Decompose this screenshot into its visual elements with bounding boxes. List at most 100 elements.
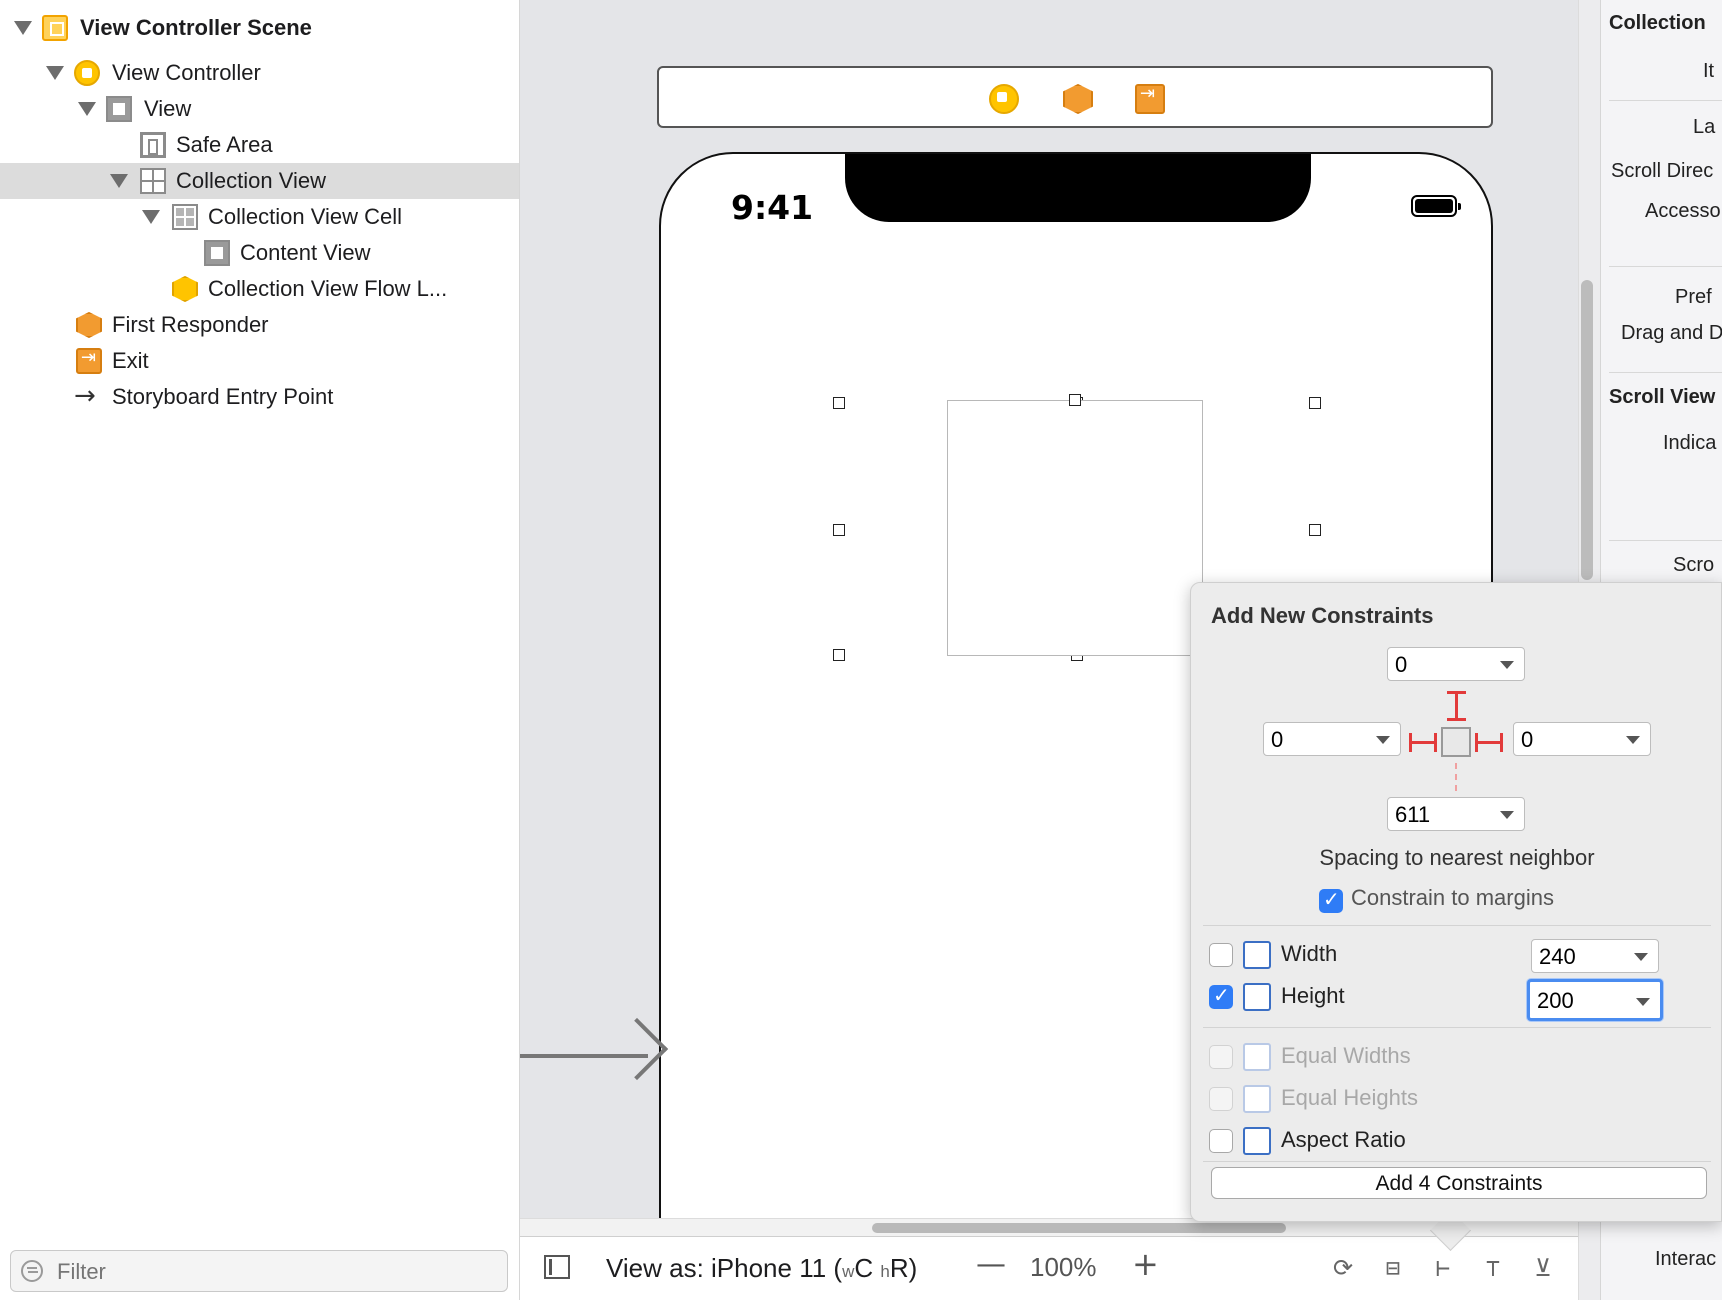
chevron-down-icon[interactable] — [1500, 661, 1514, 669]
top-spacing-value: 0 — [1395, 652, 1408, 677]
tree-item-collection-view[interactable]: Collection View — [0, 163, 519, 199]
chevron-down-icon[interactable] — [1626, 736, 1640, 744]
disclosure-triangle-icon[interactable] — [14, 21, 32, 35]
flow-layout-icon — [172, 276, 198, 302]
exit-icon[interactable] — [1135, 83, 1165, 114]
update-frames-icon[interactable]: ⟳ — [1328, 1253, 1358, 1283]
view-controller-icon[interactable] — [989, 84, 1019, 114]
embed-in-icon[interactable]: ⊻ — [1528, 1253, 1558, 1283]
tree-item-storyboard-entry-point[interactable]: → Storyboard Entry Point — [0, 379, 519, 415]
leading-spacing-value: 0 — [1271, 727, 1284, 752]
height-checkbox[interactable] — [1209, 983, 1233, 1009]
inspector-label-items: It — [1703, 60, 1715, 82]
battery-icon — [1411, 195, 1461, 217]
chevron-down-icon[interactable] — [1634, 953, 1648, 961]
trailing-pin-cap — [1500, 733, 1503, 752]
collection-view-icon — [140, 168, 166, 194]
disclosure-triangle-icon[interactable] — [78, 102, 96, 116]
bottom-spacing-value: 611 — [1395, 802, 1431, 827]
width-checkbox[interactable] — [1209, 943, 1233, 967]
align-icon[interactable]: ⊟ — [1378, 1253, 1408, 1283]
zoom-level[interactable]: 100% — [1030, 1252, 1097, 1283]
leading-pin-strut[interactable] — [1409, 741, 1437, 744]
view-as-device-button[interactable]: View as: iPhone 11 (wC hR) — [606, 1253, 917, 1284]
inspector-label-drag-and-drop: Drag and D — [1621, 322, 1722, 344]
inspector-section-collection: Collection — [1609, 12, 1706, 34]
size-class-r: R) — [889, 1253, 918, 1283]
constrain-to-margins-label: Constrain to margins — [1351, 885, 1554, 910]
resize-handle[interactable] — [833, 397, 845, 409]
first-responder-icon[interactable] — [1063, 84, 1093, 114]
filter-input[interactable] — [55, 1257, 499, 1287]
tree-item-label: Collection View — [176, 168, 327, 193]
height-constraint-icon — [1243, 983, 1271, 1011]
sidebar-toggle-icon[interactable] — [544, 1255, 570, 1279]
zoom-out-button[interactable]: — — [976, 1247, 1006, 1282]
collection-view-cell-preview[interactable] — [947, 400, 1203, 656]
inspector-label-indicators: Indica — [1663, 432, 1717, 454]
equal-widths-checkbox[interactable] — [1209, 1045, 1233, 1069]
popover-divider — [1203, 1161, 1711, 1162]
tree-item-collection-view-cell[interactable]: Collection View Cell — [0, 199, 519, 235]
trailing-pin-strut[interactable] — [1475, 741, 1503, 744]
constrain-to-margins-checkbox[interactable] — [1319, 887, 1343, 913]
zoom-in-button[interactable]: + — [1132, 1245, 1159, 1283]
disclosure-triangle-icon[interactable] — [46, 66, 64, 80]
top-pin-cap — [1447, 691, 1466, 694]
size-class-w: w — [842, 1262, 855, 1281]
resize-handle[interactable] — [1069, 394, 1081, 406]
resolve-issues-icon[interactable]: ⊤ — [1478, 1253, 1508, 1283]
inspector-scrollbar[interactable] — [1581, 280, 1593, 580]
add-new-constraints-popover: Add New Constraints 0 0 0 611 Spacing to… — [1190, 582, 1722, 1222]
popover-title: Add New Constraints — [1211, 603, 1434, 628]
width-constraint-icon — [1243, 941, 1271, 969]
resize-handle[interactable] — [833, 649, 845, 661]
equal-heights-checkbox[interactable] — [1209, 1087, 1233, 1111]
top-pin-strut[interactable] — [1455, 691, 1458, 721]
disclosure-triangle-icon[interactable] — [142, 210, 160, 224]
collection-view-cell-icon — [172, 204, 198, 230]
chevron-down-icon[interactable] — [1376, 736, 1390, 744]
tree-item-view-controller[interactable]: View Controller — [0, 55, 519, 91]
resize-handle[interactable] — [833, 524, 845, 536]
tree-item-first-responder[interactable]: First Responder — [0, 307, 519, 343]
inspector-divider — [1609, 540, 1722, 541]
top-spacing-combo[interactable]: 0 — [1387, 647, 1525, 681]
tree-item-view-controller-scene[interactable]: View Controller Scene — [0, 10, 519, 46]
tree-item-flow-layout[interactable]: Collection View Flow L... — [0, 271, 519, 307]
resize-handle[interactable] — [1309, 524, 1321, 536]
tree-item-label: Collection View Flow L... — [208, 276, 448, 301]
add-constraints-button[interactable]: Add 4 Constraints — [1211, 1167, 1707, 1199]
equal-heights-icon — [1243, 1085, 1271, 1113]
tree-item-exit[interactable]: Exit — [0, 343, 519, 379]
tree-item-content-view[interactable]: Content View — [0, 235, 519, 271]
popover-divider — [1203, 925, 1711, 926]
height-value-combo[interactable]: 200 — [1527, 979, 1663, 1021]
trailing-spacing-combo[interactable]: 0 — [1513, 722, 1651, 756]
equal-widths-icon — [1243, 1043, 1271, 1071]
view-as-label: View as: iPhone 11 ( — [606, 1253, 843, 1283]
horizontal-scrollbar[interactable] — [872, 1223, 1286, 1233]
aspect-ratio-checkbox[interactable] — [1209, 1129, 1233, 1153]
filter-icon[interactable] — [21, 1260, 43, 1282]
leading-spacing-combo[interactable]: 0 — [1263, 722, 1401, 756]
arrow-right-icon: → — [74, 381, 96, 411]
tree-item-view[interactable]: View — [0, 91, 519, 127]
view-icon — [106, 96, 132, 122]
tree-item-safe-area[interactable]: Safe Area — [0, 127, 519, 163]
inspector-divider — [1609, 372, 1722, 373]
tree-item-label: View — [144, 96, 192, 121]
disclosure-triangle-icon[interactable] — [110, 174, 128, 188]
chevron-down-icon[interactable] — [1636, 998, 1650, 1006]
height-label: Height — [1281, 983, 1345, 1008]
add-constraints-icon[interactable]: ⊢ — [1428, 1253, 1458, 1283]
bottom-pin-strut[interactable] — [1455, 763, 1457, 791]
bottom-spacing-combo[interactable]: 611 — [1387, 797, 1525, 831]
width-value-combo[interactable]: 240 — [1531, 939, 1659, 973]
view-controller-icon — [74, 60, 100, 86]
inspector-section-scroll-view: Scroll View — [1609, 386, 1716, 408]
resize-handle[interactable] — [1309, 397, 1321, 409]
first-responder-icon — [76, 312, 102, 338]
safe-area-icon — [140, 132, 166, 158]
chevron-down-icon[interactable] — [1500, 811, 1514, 819]
